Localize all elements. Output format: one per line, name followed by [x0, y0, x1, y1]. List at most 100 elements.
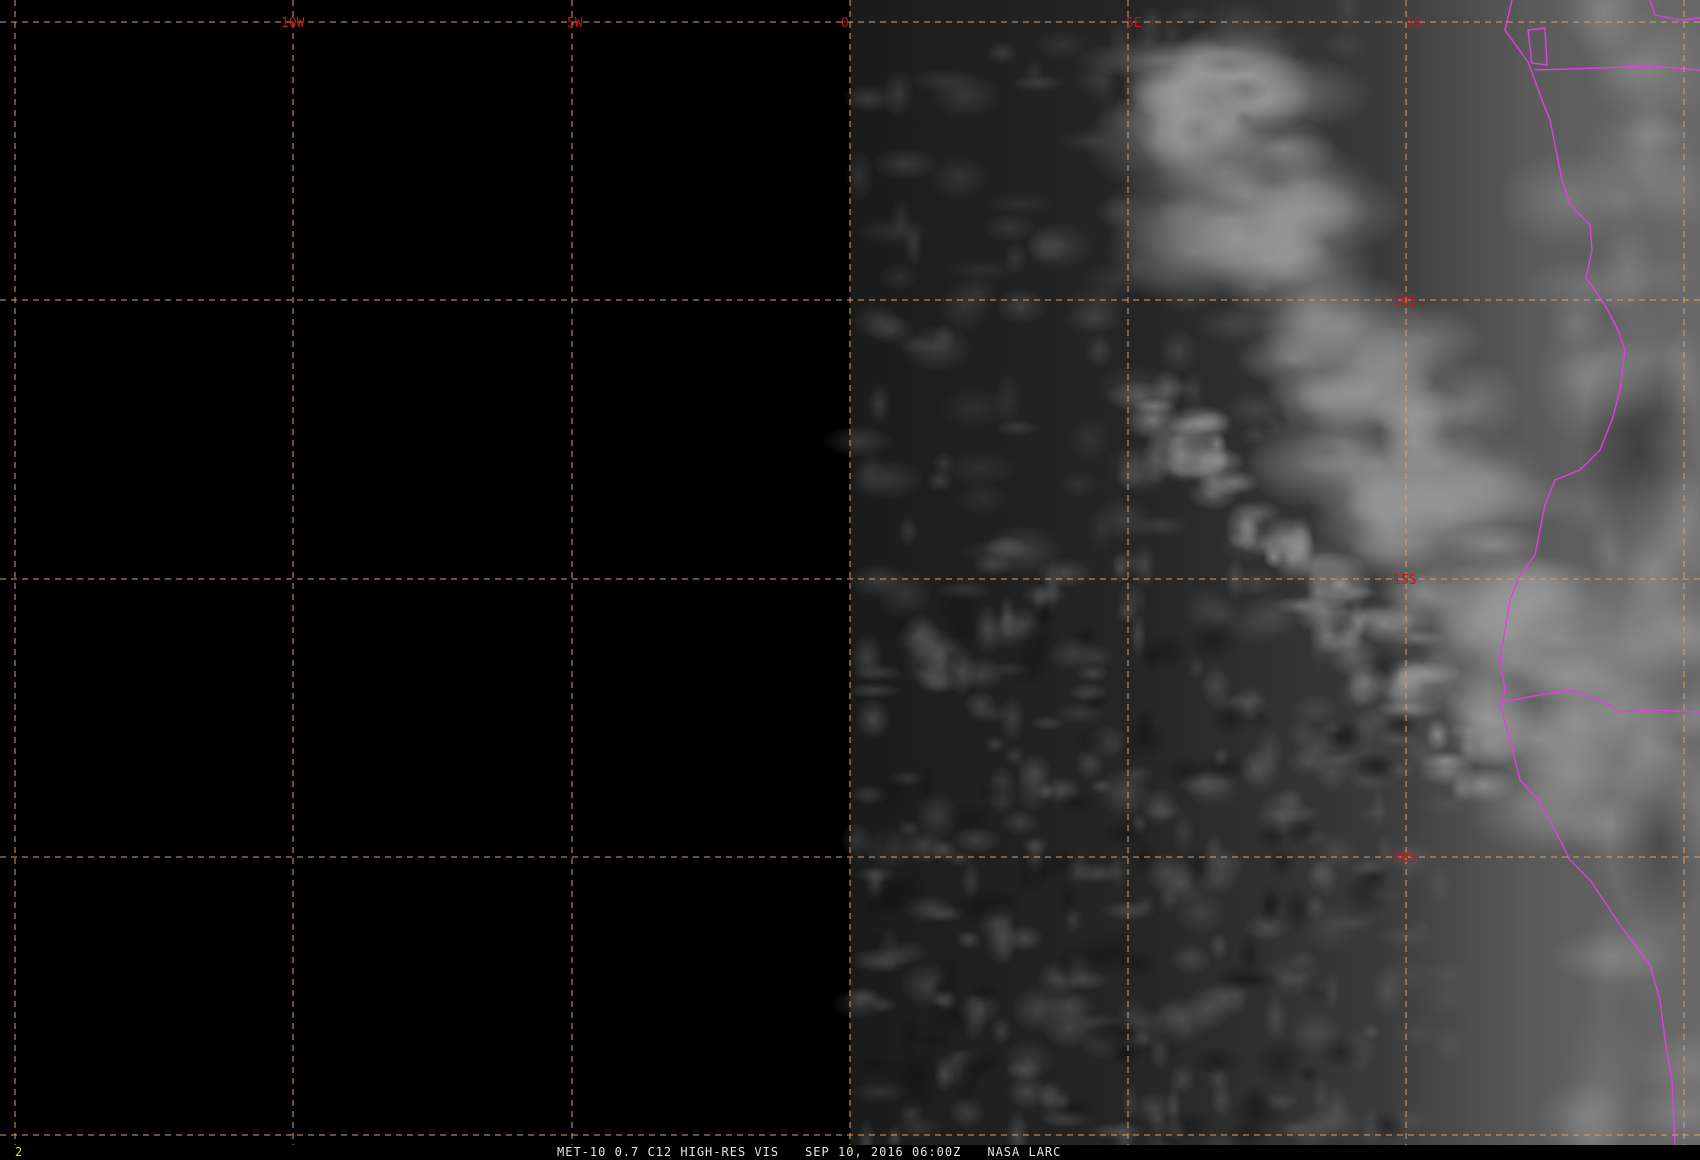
cloud-patch	[904, 68, 979, 93]
cloud-patch	[1161, 377, 1201, 399]
cloud-patch	[1354, 865, 1393, 888]
cloud-patch	[1128, 836, 1158, 881]
image-source: NASA LARC	[987, 1145, 1062, 1159]
cloud-patch	[1084, 332, 1114, 368]
cloud-patch	[1003, 744, 1026, 768]
cloud-patch	[1416, 558, 1475, 604]
cloud-patch	[1621, 251, 1697, 303]
cloud-patch	[1140, 787, 1179, 827]
cloud-patch	[1073, 725, 1119, 758]
cloud-patch	[1057, 791, 1098, 814]
cloud-patch	[1424, 643, 1461, 686]
cloud-patch	[945, 258, 1020, 282]
cloud-patch	[1253, 1036, 1308, 1086]
cloud-patch	[1168, 942, 1213, 976]
cloud-patch	[969, 981, 1003, 1003]
cloud-patch	[893, 1062, 940, 1112]
cloud-patch	[1345, 752, 1396, 778]
cloud-patch	[1199, 451, 1250, 497]
cloud-patch	[934, 586, 987, 627]
cloud-patch	[1420, 793, 1472, 817]
cloud-patch	[939, 387, 1011, 429]
cloud-patch	[957, 1047, 1006, 1077]
cloud-patch	[1218, 522, 1273, 564]
cloud-patch	[1305, 858, 1336, 894]
cloud-patch	[984, 193, 1057, 215]
frame-number: 2	[15, 1145, 23, 1159]
cloud-patch	[1004, 924, 1044, 953]
cloud-patch	[1304, 904, 1357, 953]
cloud-patch	[1375, 833, 1395, 868]
cloud-patch	[956, 656, 1007, 691]
cloud-patch	[1369, 1109, 1408, 1141]
cloud-patch	[1006, 646, 1053, 688]
cloud-patch	[986, 41, 1018, 65]
cloud-patch	[822, 425, 894, 458]
cloud-patch	[1176, 70, 1256, 126]
status-bar: 2 MET-10 0.7 C12 HIGH-RES VIS SEP 10, 201…	[0, 1145, 1700, 1160]
satellite-image-viewer[interactable]: 10W 5W 0 5E 5S 10S 15S 20S 2 MET-10 0.7 C12 HIG…	[0, 0, 1700, 1160]
cloud-patch	[1133, 214, 1172, 237]
cloud-patch	[1262, 890, 1293, 916]
cloud-patch	[984, 735, 1007, 754]
cloud-patch	[1056, 128, 1128, 154]
cloud-patch	[1053, 946, 1081, 991]
cloud-patch	[1244, 592, 1303, 640]
cloud-patch	[1010, 74, 1065, 92]
satellite-map[interactable]: 10W 5W 0 5E 5S 10S 15S 20S	[0, 0, 1700, 1145]
cloud-patch	[1088, 507, 1113, 554]
longitude-label: 5S	[1406, 16, 1422, 31]
longitude-label: 5E	[1126, 16, 1142, 31]
cloud-patch	[1331, 354, 1409, 424]
cloud-patch	[845, 1051, 904, 1080]
cloud-patch	[1383, 709, 1420, 740]
cloud-patch	[1299, 972, 1327, 1005]
cloud-patch	[1396, 427, 1552, 548]
cloud-patch	[1253, 727, 1285, 777]
cloud-patch	[1025, 221, 1094, 271]
cloud-patch	[1309, 508, 1389, 547]
cloud-patch	[1287, 515, 1315, 564]
cloud-patch	[928, 154, 989, 201]
cloud-patch	[1221, 292, 1291, 347]
cloud-patch	[1158, 328, 1199, 374]
cloud-patch	[1308, 624, 1333, 669]
cloud-patch	[1195, 753, 1255, 782]
cloud-patch	[1030, 715, 1065, 732]
cloud-patch	[882, 605, 924, 644]
cloud-patch	[1325, 153, 1380, 206]
cloud-patch	[1102, 1028, 1149, 1067]
cloud-patch	[844, 150, 874, 202]
cloud-patch	[929, 995, 984, 1038]
cloud-patch	[1033, 845, 1081, 883]
cloud-patch	[1109, 549, 1148, 577]
cloud-patch	[1357, 804, 1391, 822]
cloud-patch	[1349, 593, 1366, 622]
cloud-patch	[1286, 251, 1348, 282]
cloud-patch	[1114, 950, 1161, 977]
cloud-patch	[1414, 680, 1454, 716]
cloud-patch	[850, 633, 884, 683]
cloud-patch	[1058, 470, 1099, 499]
cloud-patch	[1189, 1046, 1245, 1076]
cloud-patch	[1099, 900, 1158, 922]
cloud-patch	[1089, 777, 1113, 795]
cloud-patch	[1227, 969, 1287, 992]
cloud-patch	[1197, 429, 1221, 447]
latitude-label: 10S	[1393, 294, 1416, 309]
cloud-patch	[1371, 965, 1405, 1017]
cloud-patch	[1307, 466, 1360, 517]
cloud-patch	[894, 335, 941, 355]
cloud-patch	[915, 765, 938, 808]
cloud-patch	[1068, 415, 1112, 462]
cloud-patch	[897, 514, 920, 548]
cloud-patch	[1550, 928, 1673, 985]
cloud-patch	[1185, 846, 1212, 896]
cloud-patch	[954, 929, 983, 950]
cloud-patch	[989, 535, 1025, 555]
cloud-patch	[1162, 295, 1211, 313]
longitude-label: 5W	[567, 16, 583, 31]
cloud-patch	[1056, 881, 1080, 921]
cloud-patch	[1114, 581, 1148, 619]
cloud-patch	[867, 382, 891, 426]
